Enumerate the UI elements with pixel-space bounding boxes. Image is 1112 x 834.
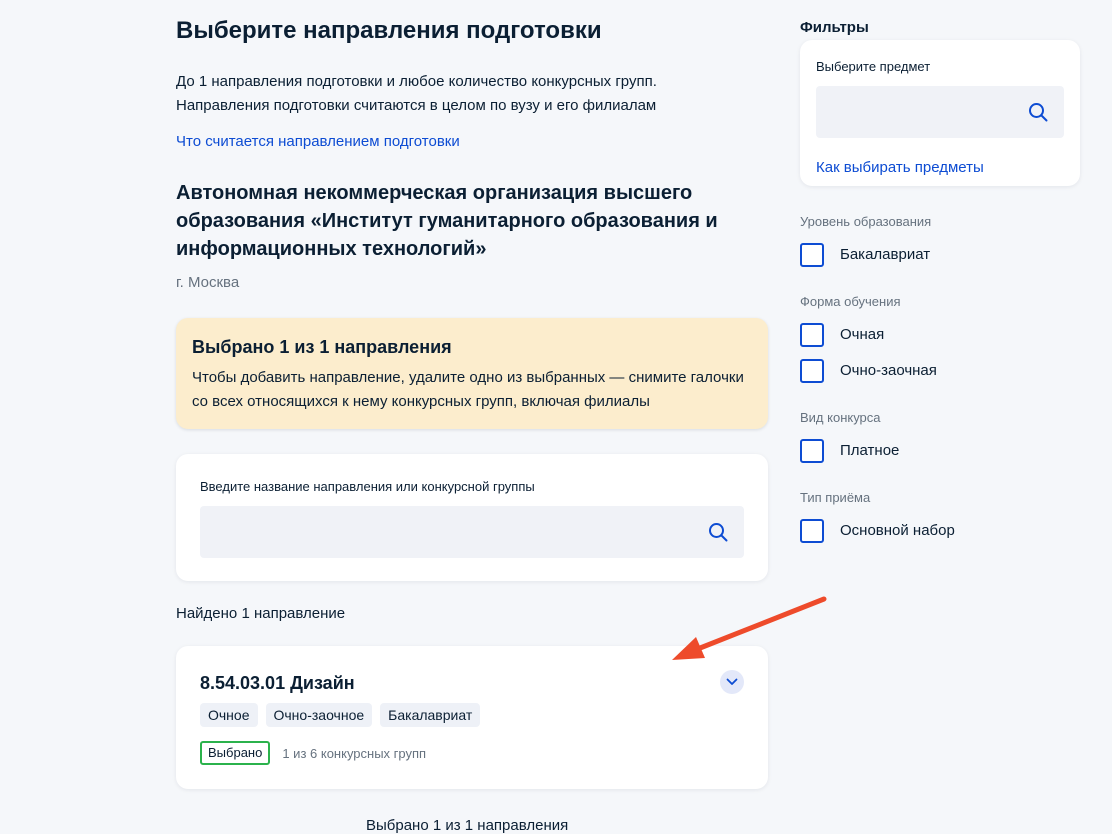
found-count: Найдено 1 направление <box>176 605 346 622</box>
direction-search-label: Введите название направления или конкурс… <box>200 479 535 494</box>
intro-line-2: Направления подготовки считаются в целом… <box>176 97 657 114</box>
checkbox-label: Очная <box>840 326 885 343</box>
direction-search-input[interactable] <box>200 506 744 558</box>
checkbox-label: Основной набор <box>840 522 955 539</box>
subject-search-input[interactable] <box>816 86 1064 138</box>
direction-card[interactable]: 8.54.03.01 Дизайн Очное Очно-заочное Бак… <box>176 646 768 789</box>
filter-option-full-time[interactable]: Очная <box>800 323 884 347</box>
filter-option-main-admission[interactable]: Основной набор <box>800 519 955 543</box>
checkbox-label: Бакалавриат <box>840 246 931 263</box>
competition-groups-count: 1 из 6 конкурсных групп <box>282 745 427 761</box>
organization-name: Автономная некоммерческая организация вы… <box>176 182 718 260</box>
checkbox[interactable] <box>800 439 824 463</box>
organization-city: г. Москва <box>176 274 240 291</box>
checkbox[interactable] <box>800 359 824 383</box>
tag-education-level: Бакалавриат <box>380 703 481 727</box>
filter-option-paid[interactable]: Платное <box>800 439 899 463</box>
filter-group-admission-type: Тип приёма <box>800 490 871 505</box>
what-is-direction-link[interactable]: Что считается направлением подготовки <box>176 132 460 152</box>
intro-text: До 1 направления подготовки и любое коли… <box>176 70 768 118</box>
page-title: Выберите направления подготовки <box>176 17 602 44</box>
direction-search-card: Введите название направления или конкурс… <box>176 454 768 581</box>
checkbox[interactable] <box>800 243 824 267</box>
tag-study-form: Очное <box>200 703 258 727</box>
notice-text: Чтобы добавить направление, удалите одно… <box>192 369 744 410</box>
filter-group-study-form: Форма обучения <box>800 294 901 309</box>
chevron-down-icon <box>726 678 738 685</box>
checkbox[interactable] <box>800 323 824 347</box>
direction-title: 8.54.03.01 Дизайн <box>200 673 355 693</box>
checkbox[interactable] <box>800 519 824 543</box>
bottom-selection-summary: Выбрано 1 из 1 направления <box>366 817 569 834</box>
annotation-arrow-icon <box>672 596 827 660</box>
subject-filter-card: Выберите предмет Как выбирать предметы <box>800 40 1080 186</box>
tag-study-form: Очно-заочное <box>265 703 373 727</box>
notice-title: Выбрано 1 из 1 направления <box>192 337 452 357</box>
expand-button[interactable] <box>720 670 744 694</box>
filters-heading: Фильтры <box>800 19 869 36</box>
filter-option-part-time[interactable]: Очно-заочная <box>800 359 937 383</box>
filter-option-bachelor[interactable]: Бакалавриат <box>800 243 930 267</box>
how-to-choose-subjects-link[interactable]: Как выбирать предметы <box>816 158 1064 178</box>
filter-group-education-level: Уровень образования <box>800 214 932 229</box>
direction-tags: Очное Очно-заочное Бакалавриат <box>200 703 744 727</box>
checkbox-label: Платное <box>840 442 900 459</box>
checkbox-label: Очно-заочная <box>840 362 937 379</box>
direction-status-row: Выбрано 1 из 6 конкурсных групп <box>200 741 744 765</box>
selection-limit-notice: Выбрано 1 из 1 направления Чтобы добавит… <box>176 318 768 429</box>
direction-search-field <box>200 506 744 558</box>
selected-badge: Выбрано <box>200 741 271 765</box>
filter-group-competition-type: Вид конкурса <box>800 410 881 425</box>
intro-line-1: До 1 направления подготовки и любое коли… <box>176 73 657 90</box>
search-icon[interactable] <box>1028 102 1048 122</box>
subject-label: Выберите предмет <box>816 59 931 74</box>
search-icon[interactable] <box>708 522 728 542</box>
subject-search-field <box>816 86 1064 138</box>
